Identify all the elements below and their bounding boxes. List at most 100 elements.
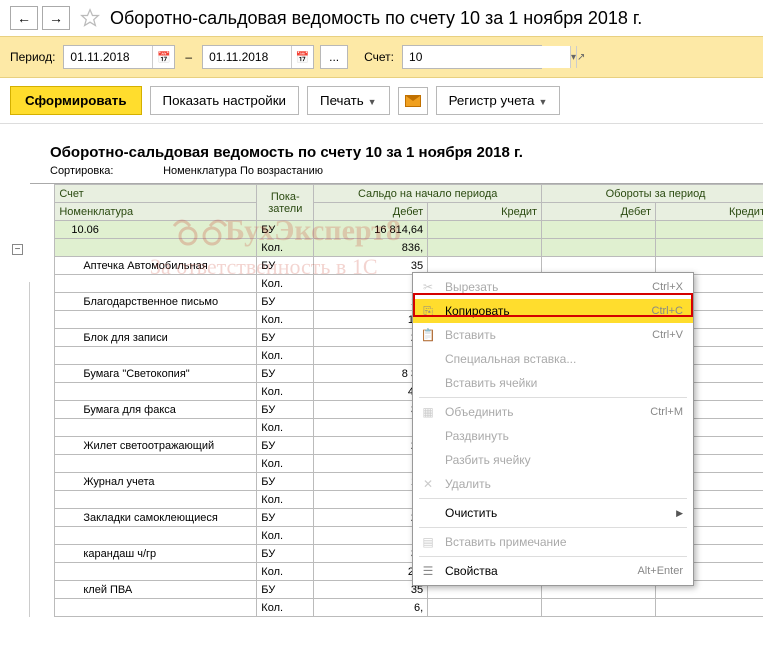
menu-insert-cells[interactable]: Вставить ячейки: [413, 371, 693, 395]
cell-empty[interactable]: [542, 221, 656, 239]
account-field[interactable]: ▾ ↗: [402, 45, 542, 69]
cell-indicator[interactable]: Кол.: [257, 527, 314, 545]
cell-debit[interactable]: 4,: [314, 419, 428, 437]
cell-empty[interactable]: [656, 239, 763, 257]
cell-debit[interactable]: 35: [314, 581, 428, 599]
cell-indicator[interactable]: БУ: [257, 401, 314, 419]
cell-indicator[interactable]: Кол.: [257, 383, 314, 401]
period-picker-button[interactable]: ...: [320, 45, 348, 69]
cell-debit[interactable]: 6,: [314, 599, 428, 617]
menu-insert-note[interactable]: ▤ Вставить примечание: [413, 530, 693, 554]
account-input[interactable]: [403, 46, 570, 68]
date-to-field[interactable]: 📅: [202, 45, 314, 69]
cell-indicator[interactable]: Кол.: [257, 419, 314, 437]
email-button[interactable]: [398, 87, 428, 115]
date-to-input[interactable]: [203, 46, 291, 68]
cell-debit[interactable]: 18: [314, 473, 428, 491]
table-row[interactable]: 10.06БУ16 814,64: [30, 221, 763, 239]
cell-name[interactable]: [55, 275, 257, 293]
cell-indicator[interactable]: БУ: [257, 329, 314, 347]
cell-debit[interactable]: 1,: [314, 455, 428, 473]
menu-paste-special[interactable]: Специальная вставка...: [413, 347, 693, 371]
menu-delete[interactable]: ✕ Удалить: [413, 472, 693, 496]
cell-empty[interactable]: [428, 599, 542, 617]
cell-empty[interactable]: [542, 239, 656, 257]
cell-debit[interactable]: 12,: [314, 311, 428, 329]
cell-name[interactable]: Журнал учета: [55, 473, 257, 491]
cell-indicator[interactable]: Кол.: [257, 239, 314, 257]
cell-name[interactable]: карандаш ч/гр: [55, 545, 257, 563]
cell-name[interactable]: Блок для записи: [55, 329, 257, 347]
cell-name[interactable]: [55, 419, 257, 437]
cell-name[interactable]: Жилет светоотражающий: [55, 437, 257, 455]
cell-indicator[interactable]: Кол.: [257, 455, 314, 473]
cell-debit[interactable]: 28: [314, 329, 428, 347]
cell-name[interactable]: [55, 239, 257, 257]
cell-debit[interactable]: 16 814,64: [314, 221, 428, 239]
cell-debit[interactable]: 35: [314, 257, 428, 275]
cell-indicator[interactable]: Кол.: [257, 275, 314, 293]
cell-name[interactable]: Бумага для факса: [55, 401, 257, 419]
cell-debit[interactable]: 4,: [314, 527, 428, 545]
cell-empty[interactable]: [656, 599, 763, 617]
cell-name[interactable]: [55, 527, 257, 545]
cell-name[interactable]: [55, 491, 257, 509]
menu-cut[interactable]: ✂ Вырезать Ctrl+X: [413, 275, 693, 299]
cell-debit[interactable]: 836,: [314, 239, 428, 257]
menu-paste[interactable]: 📋 Вставить Ctrl+V: [413, 323, 693, 347]
cell-indicator[interactable]: Кол.: [257, 563, 314, 581]
cell-indicator[interactable]: Кол.: [257, 347, 314, 365]
cell-empty[interactable]: [428, 221, 542, 239]
cell-name[interactable]: [55, 599, 257, 617]
cell-indicator[interactable]: БУ: [257, 581, 314, 599]
date-from-field[interactable]: 📅: [63, 45, 175, 69]
cell-indicator[interactable]: Кол.: [257, 311, 314, 329]
cell-indicator[interactable]: БУ: [257, 257, 314, 275]
cell-debit[interactable]: 35: [314, 545, 428, 563]
cell-name[interactable]: [55, 311, 257, 329]
cell-debit[interactable]: 29: [314, 509, 428, 527]
cell-name[interactable]: Закладки самоклеющиеся: [55, 509, 257, 527]
cell-indicator[interactable]: БУ: [257, 221, 314, 239]
cell-indicator[interactable]: БУ: [257, 545, 314, 563]
cell-debit[interactable]: 27,: [314, 563, 428, 581]
cell-debit[interactable]: 41,: [314, 383, 428, 401]
cell-indicator[interactable]: БУ: [257, 473, 314, 491]
tree-collapse-toggle[interactable]: −: [12, 244, 23, 255]
cell-debit[interactable]: 1,: [314, 275, 428, 293]
calendar-icon[interactable]: 📅: [152, 46, 174, 68]
cell-name[interactable]: [55, 383, 257, 401]
nav-back-button[interactable]: ←: [10, 6, 38, 30]
cell-debit[interactable]: 20: [314, 437, 428, 455]
menu-properties[interactable]: ☰ Свойства Alt+Enter: [413, 559, 693, 583]
register-button[interactable]: Регистр учета▼: [436, 86, 561, 115]
cell-debit[interactable]: 31: [314, 401, 428, 419]
cell-indicator[interactable]: БУ: [257, 437, 314, 455]
cell-empty[interactable]: [542, 599, 656, 617]
generate-button[interactable]: Сформировать: [10, 86, 142, 115]
favorite-star-icon[interactable]: [80, 8, 100, 28]
menu-merge[interactable]: ▦ Объединить Ctrl+M: [413, 400, 693, 424]
menu-split[interactable]: Раздвинуть: [413, 424, 693, 448]
context-menu[interactable]: ✂ Вырезать Ctrl+X ⎘ Копировать Ctrl+C 📋 …: [412, 272, 694, 586]
calendar-icon[interactable]: 📅: [291, 46, 313, 68]
cell-empty[interactable]: [656, 221, 763, 239]
cell-debit[interactable]: 1,: [314, 491, 428, 509]
nav-forward-button[interactable]: →: [42, 6, 70, 30]
cell-indicator[interactable]: Кол.: [257, 599, 314, 617]
cell-empty[interactable]: [428, 239, 542, 257]
cell-debit[interactable]: 5,: [314, 347, 428, 365]
open-external-icon[interactable]: ↗: [576, 46, 585, 68]
date-from-input[interactable]: [64, 46, 152, 68]
cell-debit[interactable]: 8 38: [314, 365, 428, 383]
menu-clear[interactable]: Очистить ▶: [413, 501, 693, 525]
print-button[interactable]: Печать▼: [307, 86, 390, 115]
cell-name[interactable]: [55, 563, 257, 581]
cell-indicator[interactable]: БУ: [257, 293, 314, 311]
menu-unmerge[interactable]: Разбить ячейку: [413, 448, 693, 472]
cell-name[interactable]: Аптечка Автомобильная: [55, 257, 257, 275]
cell-indicator[interactable]: БУ: [257, 509, 314, 527]
menu-copy[interactable]: ⎘ Копировать Ctrl+C: [413, 299, 693, 323]
cell-name[interactable]: [55, 347, 257, 365]
table-row[interactable]: Кол.836,: [30, 239, 763, 257]
